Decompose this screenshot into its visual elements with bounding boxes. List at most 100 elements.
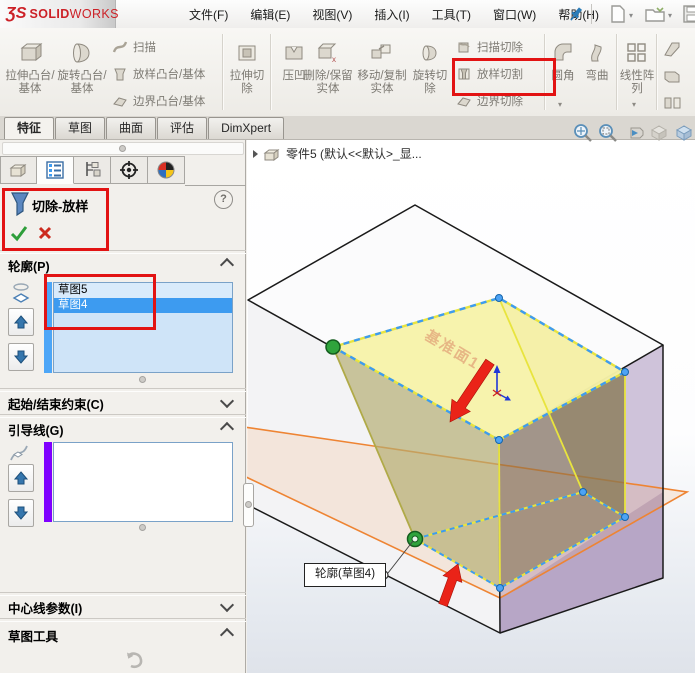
feature-tree-root[interactable]: 零件5 (默认<<默认>_显... — [253, 145, 422, 162]
move-profile-up-button[interactable] — [8, 308, 34, 336]
section-view-icon[interactable] — [648, 121, 670, 145]
open-icon[interactable] — [644, 3, 666, 25]
chevron-up-icon[interactable] — [219, 627, 235, 643]
revolve-cut-button[interactable]: 旋转切除 — [408, 36, 452, 96]
sweep-cut-button[interactable]: 扫描切除 — [456, 38, 523, 56]
mirror-icon — [664, 97, 681, 109]
propertymanager-tab[interactable] — [37, 156, 74, 184]
loft-boss-button[interactable]: 放样凸台/基体 — [112, 65, 205, 83]
revolve-boss-label: 旋转凸台/基体 — [57, 70, 107, 95]
extrude-boss-button[interactable]: 拉伸凸台/基体 — [4, 36, 56, 96]
zoom-fit-icon[interactable] — [572, 121, 594, 145]
chevron-down-icon[interactable] — [219, 393, 235, 409]
dimxpertmanager-icon — [120, 161, 138, 179]
loft-cut-button[interactable]: 放样切割 — [456, 65, 523, 83]
menu-insert[interactable]: 插入(I) — [365, 2, 418, 27]
boundary-boss-button[interactable]: 边界凸台/基体 — [112, 92, 205, 110]
loft-cut-label: 放样切割 — [477, 69, 523, 81]
menu-view[interactable]: 视图(V) — [303, 2, 361, 27]
move-guide-up-button[interactable] — [8, 464, 34, 492]
profile-item-sketch4-selected[interactable]: 草图4 — [54, 298, 232, 313]
revolve-boss-button[interactable]: 旋转凸台/基体 — [56, 36, 108, 96]
svg-text:x: x — [332, 55, 336, 64]
linear-pattern-button[interactable]: 线性阵列 — [618, 36, 656, 96]
tab-evaluate[interactable]: 评估 — [157, 117, 208, 139]
move-guide-down-button[interactable] — [8, 499, 34, 527]
menu-window[interactable]: 窗口(W) — [484, 2, 545, 27]
wrap-button[interactable] — [663, 67, 681, 85]
fillet-dropdown-icon[interactable]: ▾ — [558, 100, 562, 109]
section-guide-curves-header[interactable]: 引导线(G) — [8, 420, 64, 439]
featuremanager-tab[interactable] — [0, 156, 37, 184]
menu-edit[interactable]: 编辑(E) — [241, 2, 299, 27]
sweep-icon — [112, 41, 128, 53]
chevron-down-icon[interactable] — [219, 597, 235, 613]
arrow-up-icon — [13, 471, 29, 485]
logo-text-light: WORKS — [69, 7, 119, 21]
solidworks-logo: ƷS SOLID WORKS — [0, 0, 119, 28]
fillet-icon — [546, 36, 580, 70]
property-title: 切除-放样 — [32, 199, 89, 214]
chevron-up-icon[interactable] — [219, 421, 235, 437]
section-divider — [0, 592, 246, 596]
profile-callout[interactable]: 轮廓(草图4) — [304, 563, 386, 587]
panel-top-splitter[interactable] — [2, 142, 244, 155]
tab-sketch[interactable]: 草图 — [55, 117, 106, 139]
delete-keep-body-button[interactable]: x 删除/保留实体 — [302, 36, 354, 96]
listbox-resize-dot[interactable] — [139, 376, 146, 383]
dimxpertmanager-tab[interactable] — [111, 156, 148, 184]
displaymanager-tab[interactable] — [148, 156, 185, 184]
section-profiles-header[interactable]: 轮廓(P) — [8, 256, 50, 275]
linear-pattern-label: 线性阵列 — [619, 70, 655, 95]
tab-surfaces[interactable]: 曲面 — [106, 117, 157, 139]
graphics-viewport[interactable]: 基准面1 零件5 (默认<<默认>_显... 轮廓(草图4) — [247, 140, 695, 673]
chevron-up-icon[interactable] — [219, 257, 235, 273]
configurationmanager-tab[interactable] — [74, 156, 111, 184]
selected-vertex-bottom[interactable] — [406, 530, 424, 548]
ok-check-icon[interactable] — [10, 226, 28, 242]
mirror-button[interactable] — [663, 94, 681, 112]
listbox-resize-dot[interactable] — [139, 524, 146, 531]
linear-pattern-dropdown-icon[interactable]: ▾ — [632, 100, 636, 109]
undo-icon[interactable] — [122, 650, 146, 670]
move-profile-down-button[interactable] — [8, 343, 34, 371]
profile-item-sketch5[interactable]: 草图5 — [54, 283, 232, 298]
section-sketch-tools-header[interactable]: 草图工具 — [8, 626, 58, 645]
delete-keep-body-icon: x — [302, 36, 354, 70]
tree-expand-icon[interactable] — [253, 149, 258, 158]
fillet-button[interactable]: 圆角 — [546, 36, 580, 83]
tab-features[interactable]: 特征 — [4, 117, 55, 139]
help-icon[interactable]: ? — [214, 190, 233, 209]
logo-text-bold: SOLID — [29, 7, 70, 21]
tab-dimxpert[interactable]: DimXpert — [208, 117, 285, 139]
open-dropdown-icon[interactable]: ▾ — [668, 11, 678, 21]
section-start-end-header[interactable]: 起始/结束约束(C) — [8, 394, 104, 413]
move-copy-body-button[interactable]: 移动/复制实体 — [356, 36, 408, 96]
boundary-boss-icon — [113, 97, 127, 107]
pin-icon[interactable] — [566, 4, 586, 24]
menu-file[interactable]: 文件(F) — [180, 2, 237, 27]
save-icon[interactable] — [681, 3, 695, 25]
revolve-cut-icon — [408, 36, 452, 70]
new-document-icon[interactable] — [607, 3, 629, 25]
zoom-area-icon[interactable] — [597, 121, 619, 145]
view-orientation-icon[interactable] — [673, 121, 695, 145]
cancel-x-icon[interactable] — [38, 226, 52, 240]
new-document-dropdown-icon[interactable]: ▾ — [629, 11, 639, 21]
previous-view-icon[interactable] — [622, 121, 644, 145]
profiles-listbox[interactable]: 草图5 草图4 — [53, 282, 233, 373]
flex-button[interactable]: 弯曲 — [580, 36, 614, 83]
selected-vertex-top[interactable] — [325, 339, 341, 355]
rib-button[interactable] — [663, 40, 681, 58]
guide-listbox[interactable] — [53, 442, 233, 522]
sweep-boss-button[interactable]: 扫描 — [112, 38, 156, 56]
arrow-down-icon — [13, 506, 29, 520]
guide-color-strip — [44, 442, 52, 522]
menu-tools[interactable]: 工具(T) — [423, 2, 480, 27]
part-name: 零件5 (默认<<默认>_显... — [286, 147, 422, 161]
section-centerline-header[interactable]: 中心线参数(I) — [8, 598, 82, 617]
extrude-cut-button[interactable]: 拉伸切除 — [226, 36, 268, 96]
panel-splitter-handle[interactable] — [243, 483, 254, 527]
boundary-cut-button[interactable]: 边界切除 — [456, 92, 523, 110]
splitter-dot — [245, 501, 252, 508]
